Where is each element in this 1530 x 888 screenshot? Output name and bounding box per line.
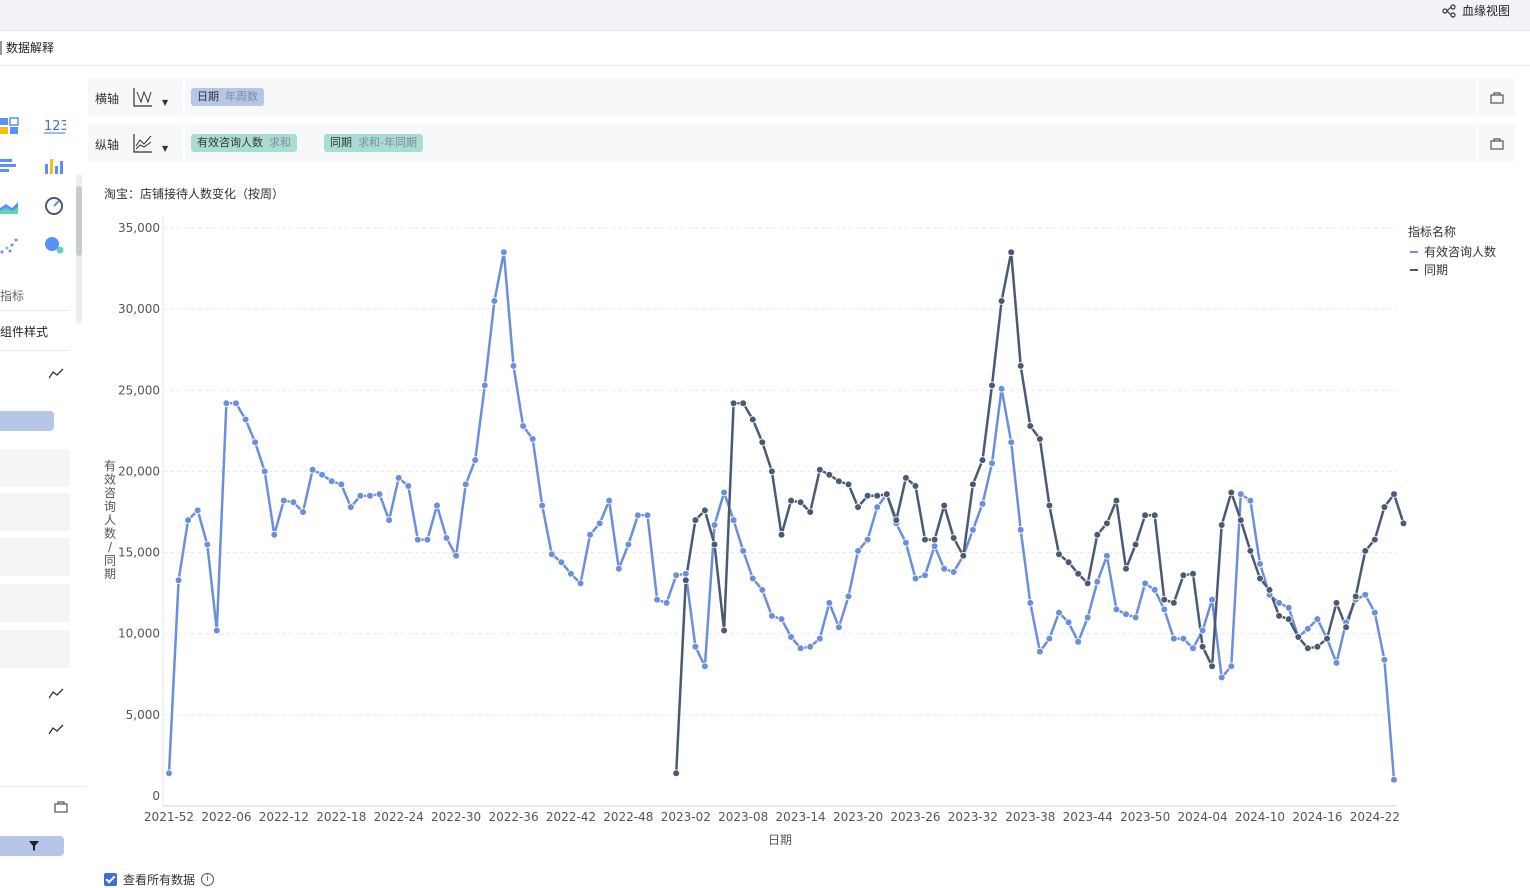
lock-icon[interactable] <box>1490 136 1504 150</box>
legend-label: 同期 <box>1424 263 1449 277</box>
info-icon[interactable]: i <box>201 873 215 886</box>
x-tick-label: 2024-22 <box>1350 810 1400 824</box>
field-name: 日期 <box>197 90 219 103</box>
x-tick-label: 2023-20 <box>833 810 883 824</box>
field-name: 同期 <box>330 136 352 149</box>
lineage-icon <box>1442 3 1456 18</box>
left-panel: 123 指标 组件样式 <box>0 66 85 885</box>
x-tick-label: 2024-04 <box>1177 810 1227 824</box>
legend-label: 有效咨询人数 <box>1424 245 1497 259</box>
lineage-view-button[interactable]: 血缘视图 <box>1442 2 1510 19</box>
x-tick-label: 2023-32 <box>948 810 998 824</box>
x-tick-label: 2021-52 <box>144 810 194 824</box>
y-axis-dropdown-caret[interactable]: ▼ <box>162 144 168 153</box>
x-axis-label: 横轴 <box>95 92 120 106</box>
x-tick-label: 2022-12 <box>259 810 309 824</box>
shelf-divider <box>183 78 185 116</box>
data-explain-tab[interactable]: 数据解释 <box>6 39 54 56</box>
x-axis-type-icon[interactable] <box>132 86 154 108</box>
x-tick-label: 2023-44 <box>1063 810 1113 824</box>
section-divider <box>0 350 70 351</box>
x-tick-label: 2023-38 <box>1005 810 1055 824</box>
area-chart-icon[interactable] <box>0 196 20 216</box>
x-tick-label: 2023-02 <box>661 810 711 824</box>
lock-icon[interactable] <box>1490 90 1504 104</box>
filter-icon <box>29 841 39 851</box>
field-aggregation: 年周数 <box>225 90 258 103</box>
x-tick-label: 2023-14 <box>776 810 826 824</box>
line-style-icon[interactable] <box>48 722 64 738</box>
y-axis-label: 纵轴 <box>95 138 120 152</box>
legend-title: 指标名称 <box>1408 225 1457 239</box>
legend-item-previous[interactable]: 同期 <box>1410 261 1448 278</box>
field-aggregation: 求和-年同期 <box>358 136 417 149</box>
x-tick-label: 2022-42 <box>546 810 596 824</box>
x-tick-label: 2022-24 <box>374 810 424 824</box>
bar-chart-icon[interactable] <box>0 156 20 176</box>
component-style-label[interactable]: 组件样式 <box>0 323 48 340</box>
y-axis-field-pill[interactable]: 有效咨询人数 求和 <box>191 134 297 152</box>
line-style-icon[interactable] <box>48 686 64 702</box>
scrollbar-thumb[interactable] <box>76 186 82 256</box>
x-tick-label: 2024-16 <box>1292 810 1342 824</box>
checkbox-checked[interactable] <box>104 873 117 886</box>
x-axis-field-pill[interactable]: 日期 年周数 <box>191 88 264 106</box>
style-option-row[interactable] <box>0 538 70 576</box>
x-tick-label: 2022-06 <box>201 810 251 824</box>
style-option-row[interactable] <box>0 630 70 668</box>
section-divider <box>0 310 70 311</box>
x-tick-label: 2023-26 <box>890 810 940 824</box>
x-tick-label: 2024-10 <box>1235 810 1285 824</box>
x-tick-label: 2022-30 <box>431 810 481 824</box>
line-style-icon[interactable] <box>48 366 64 382</box>
checkbox-label: 查看所有数据 <box>123 873 196 887</box>
chart-type-scrollbar[interactable] <box>76 174 82 324</box>
x-tick-label: 2022-18 <box>316 810 366 824</box>
bubble-chart-icon[interactable] <box>44 236 64 256</box>
style-option-row[interactable] <box>0 449 70 487</box>
table-chart-icon[interactable] <box>0 116 20 136</box>
field-name: 有效咨询人数 <box>197 136 263 149</box>
lineage-view-label: 血缘视图 <box>1461 4 1510 18</box>
gauge-chart-icon[interactable] <box>44 196 64 216</box>
legend-swatch <box>1410 250 1418 253</box>
y-axis-shelf: 纵轴 ▼ 有效咨询人数 求和 同期 求和-年同期 <box>88 124 1514 162</box>
x-tick-label: 2023-50 <box>1120 810 1170 824</box>
legend-item-current[interactable]: 有效咨询人数 <box>1410 243 1496 260</box>
column-chart-icon[interactable] <box>44 156 64 176</box>
show-all-data-toggle[interactable]: 查看所有数据 i <box>104 871 215 888</box>
style-option-row[interactable] <box>0 584 70 622</box>
scatter-chart-icon[interactable] <box>0 236 20 256</box>
x-axis-title: 日期 <box>768 833 792 847</box>
sub-toolbar: 数据解释 <box>0 31 1530 66</box>
x-tick-label: 2023-08 <box>718 810 768 824</box>
section-divider <box>0 786 85 787</box>
y-axis-field-pill[interactable]: 同期 求和-年同期 <box>324 134 423 152</box>
y-axis-type-icon[interactable] <box>132 132 154 154</box>
number-chart-icon[interactable]: 123 <box>44 116 66 136</box>
filter-button[interactable] <box>0 836 64 856</box>
metric-section-label: 指标 <box>0 289 25 303</box>
x-tick-label: 2022-48 <box>603 810 653 824</box>
selected-style-item[interactable] <box>0 411 54 431</box>
x-axis-shelf: 横轴 ▼ 日期 年周数 <box>88 78 1514 116</box>
shelf-divider <box>183 124 185 162</box>
chart-area <box>101 211 1402 811</box>
field-aggregation: 求和 <box>269 136 291 149</box>
style-option-row[interactable] <box>0 493 70 531</box>
lock-icon[interactable] <box>54 799 68 813</box>
x-axis-dropdown-caret[interactable]: ▼ <box>162 98 168 107</box>
legend-swatch <box>1410 268 1418 271</box>
chart-title: 淘宝：店铺接待人数变化（按周） <box>104 187 285 201</box>
tab-indicator <box>0 41 2 55</box>
svg-text:123: 123 <box>44 119 66 134</box>
shelf-divider <box>1476 124 1478 162</box>
top-toolbar: 血缘视图 <box>0 0 1530 31</box>
x-tick-label: 2022-36 <box>488 810 538 824</box>
shelf-divider <box>1476 78 1478 116</box>
